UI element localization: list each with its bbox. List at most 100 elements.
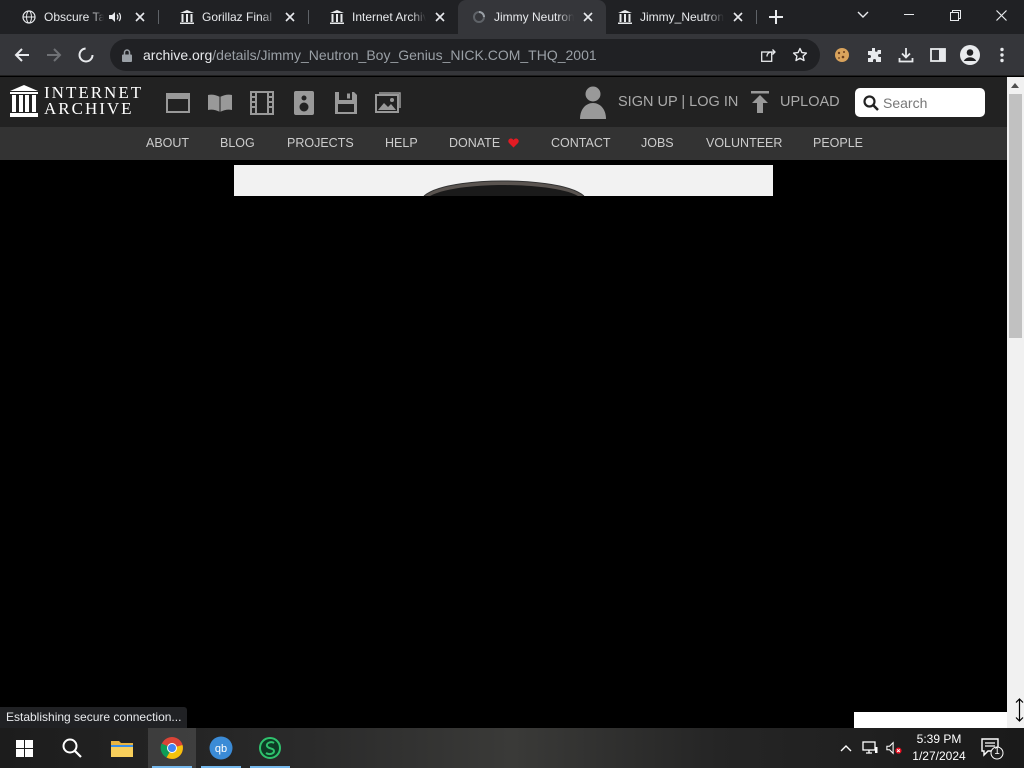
volume-muted-icon[interactable] (886, 740, 902, 756)
close-tab-icon[interactable] (132, 9, 148, 25)
page-footer-strip (854, 712, 1007, 728)
extensions-icon[interactable] (862, 43, 886, 67)
nav-about[interactable]: ABOUT (146, 136, 189, 150)
tab-title: Obscure Ta (44, 10, 104, 24)
upload-icon[interactable] (750, 91, 770, 113)
start-button[interactable] (0, 728, 48, 768)
audio-icon[interactable] (291, 90, 317, 116)
browser-tab-2[interactable]: Gorillaz Final D (158, 0, 308, 34)
taskbar-search-button[interactable] (48, 728, 96, 768)
network-icon[interactable] (862, 740, 878, 756)
scroll-up-arrow[interactable] (1011, 83, 1019, 88)
svg-text:qb: qb (215, 743, 227, 755)
scroll-thumb[interactable] (1009, 94, 1022, 338)
windows-taskbar: qb 5:39 PM 1/27/2024 1 (0, 728, 1024, 768)
ia-wordmark: INTERNET ARCHIVE (44, 84, 143, 118)
nav-contact[interactable]: CONTACT (551, 136, 611, 150)
back-button[interactable] (10, 43, 34, 67)
archive-icon (180, 10, 194, 24)
archive-icon (618, 10, 632, 24)
taskbar-clock[interactable]: 5:39 PM 1/27/2024 (905, 731, 973, 765)
close-window-button[interactable] (978, 0, 1024, 30)
download-icon[interactable] (894, 43, 918, 67)
texts-icon[interactable] (207, 90, 233, 116)
nav-blog[interactable]: BLOG (220, 136, 255, 150)
tab-search-button[interactable] (840, 0, 886, 30)
tab-strip: Obscure Ta Gorillaz Final D Internet Arc… (0, 0, 1024, 34)
logo-line-2: ARCHIVE (44, 99, 134, 118)
ia-header: INTERNET ARCHIVE SIGN UP | LOG IN UPLOAD (0, 77, 1007, 127)
nav-donate-label: DONATE (449, 136, 501, 150)
close-tab-icon[interactable] (730, 9, 746, 25)
new-tab-button[interactable] (766, 7, 786, 27)
notification-center-button[interactable]: 1 (980, 736, 1004, 760)
browser-tab-3[interactable]: Internet Archive (308, 0, 458, 34)
restore-button[interactable] (932, 0, 978, 30)
profile-avatar[interactable] (958, 43, 982, 67)
signup-login-link[interactable]: SIGN UP | LOG IN (618, 94, 738, 110)
nav-help[interactable]: HELP (385, 136, 418, 150)
clock-date: 1/27/2024 (912, 749, 966, 763)
stop-loading-button[interactable] (74, 43, 98, 67)
lock-icon[interactable] (121, 48, 133, 62)
address-bar[interactable]: archive.org/details/Jimmy_Neutron_Boy_Ge… (110, 39, 820, 71)
browser-tab-1[interactable]: Obscure Ta (0, 0, 158, 34)
taskbar-qbittorrent[interactable]: qb (197, 728, 245, 768)
taskbar-file-explorer[interactable] (98, 728, 146, 768)
nav-projects[interactable]: PROJECTS (287, 136, 354, 150)
minimize-button[interactable] (886, 0, 932, 30)
tab-title: Jimmy_Neutron (640, 10, 724, 24)
chrome-menu-icon[interactable] (990, 43, 1014, 67)
loading-icon (472, 10, 486, 24)
upload-link[interactable]: UPLOAD (780, 94, 840, 110)
nav-jobs[interactable]: JOBS (641, 136, 674, 150)
search-input[interactable] (883, 94, 979, 111)
nav-donate[interactable]: DONATE (449, 136, 519, 150)
nav-volunteer[interactable]: VOLUNTEER (706, 136, 782, 150)
share-icon[interactable] (760, 47, 776, 63)
browser-tab-active[interactable]: Jimmy Neutron (458, 0, 606, 34)
forward-button[interactable] (42, 43, 66, 67)
user-icon[interactable] (578, 85, 608, 119)
taskbar-chrome[interactable] (148, 728, 196, 768)
close-tab-icon[interactable] (432, 9, 448, 25)
ia-logo[interactable]: INTERNET ARCHIVE (10, 84, 143, 118)
archive-logo-icon (10, 85, 38, 117)
cookie-extension-icon[interactable] (830, 43, 854, 67)
item-theater (0, 160, 1007, 728)
tab-title: Internet Archive (352, 10, 426, 24)
side-panel-icon[interactable] (926, 43, 950, 67)
archive-icon (330, 10, 344, 24)
notification-count: 1 (994, 746, 1000, 757)
qbittorrent-icon: qb (209, 736, 233, 760)
windows-logo-icon (15, 739, 33, 757)
search-field[interactable] (855, 88, 985, 117)
search-icon[interactable] (863, 94, 879, 111)
folder-icon (111, 741, 133, 757)
close-tab-icon[interactable] (282, 9, 298, 25)
speaker-icon[interactable] (108, 10, 122, 24)
software-icon[interactable] (333, 90, 359, 116)
browser-tab-5[interactable]: Jimmy_Neutron (606, 0, 756, 34)
green-app-icon (259, 737, 281, 759)
url-path: /details/Jimmy_Neutron_Boy_Genius_NICK.C… (212, 47, 597, 63)
clock-time: 5:39 PM (916, 732, 962, 746)
page-scrollbar[interactable] (1007, 77, 1024, 728)
video-icon[interactable] (249, 90, 275, 116)
images-icon[interactable] (375, 90, 401, 116)
tab-title: Jimmy Neutron (494, 10, 574, 24)
bookmark-star-icon[interactable] (792, 47, 808, 63)
chevron-up-icon[interactable] (838, 740, 854, 756)
taskbar-app-green[interactable] (246, 728, 294, 768)
resize-cursor-icon (1015, 698, 1024, 722)
item-preview-image[interactable] (234, 165, 773, 196)
browser-toolbar: archive.org/details/Jimmy_Neutron_Boy_Ge… (0, 34, 1024, 76)
chrome-icon (160, 737, 183, 759)
heart-icon (507, 138, 519, 148)
ia-nav-bar: ABOUT BLOG PROJECTS HELP DONATE CONTACT … (0, 127, 1007, 160)
tab-title: Gorillaz Final D (202, 10, 276, 24)
web-icon[interactable] (165, 90, 191, 116)
close-tab-icon[interactable] (580, 9, 596, 25)
nav-people[interactable]: PEOPLE (813, 136, 863, 150)
search-icon (62, 738, 82, 758)
